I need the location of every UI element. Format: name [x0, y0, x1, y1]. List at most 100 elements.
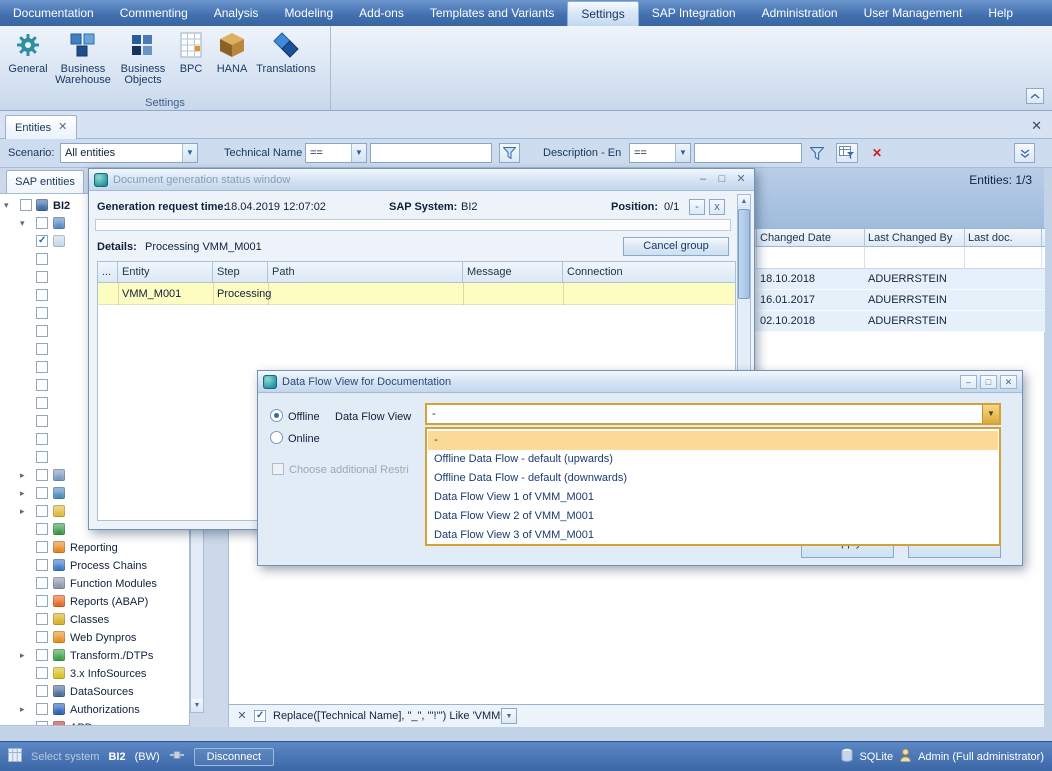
menu-item-documentation[interactable]: Documentation	[0, 0, 107, 26]
tree-checkbox[interactable]	[36, 721, 48, 726]
tree-checkbox[interactable]	[36, 523, 48, 535]
disconnect-button[interactable]: Disconnect	[194, 748, 274, 766]
tree-row-web-dynpros[interactable]: Web Dynpros	[0, 629, 189, 647]
dropdown-option[interactable]: Data Flow View 2 of VMM_M001	[428, 507, 998, 526]
tab-close-icon[interactable]: ✕	[58, 122, 67, 133]
tree-checkbox[interactable]	[36, 361, 48, 373]
dropdown-option[interactable]: Offline Data Flow - default (downwards)	[428, 469, 998, 488]
tree-checkbox[interactable]	[36, 667, 48, 679]
db-label[interactable]: SQLite	[859, 751, 893, 763]
close-icon[interactable]: ✕	[733, 174, 749, 185]
column-header-message[interactable]: Message	[463, 262, 563, 283]
user-label[interactable]: Admin (Full administrator)	[918, 751, 1044, 763]
chevron-down-icon[interactable]: ▼	[675, 144, 690, 162]
column-header-step[interactable]: Step	[213, 262, 268, 283]
tree-checkbox[interactable]	[36, 325, 48, 337]
tree-checkbox[interactable]	[20, 199, 32, 211]
column-header-dots[interactable]: ...	[98, 262, 118, 283]
tree-checkbox-checked[interactable]	[36, 235, 48, 247]
remove-filter-icon[interactable]: ✕	[235, 709, 249, 723]
tree-checkbox[interactable]	[36, 289, 48, 301]
expand-arrow-icon[interactable]: ▸	[20, 704, 25, 715]
dropdown-option[interactable]: Offline Data Flow - default (upwards)	[428, 450, 998, 469]
chevron-down-icon[interactable]: ▼	[182, 144, 197, 162]
tree-checkbox[interactable]	[36, 703, 48, 715]
collapse-arrow-icon[interactable]: ▾	[4, 200, 9, 211]
column-header-entity[interactable]: Entity	[118, 262, 213, 283]
scrollbar-thumb[interactable]	[738, 209, 750, 299]
tree-row-reports-abap[interactable]: Reports (ABAP)	[0, 593, 189, 611]
tree-checkbox[interactable]	[36, 577, 48, 589]
description-input[interactable]	[694, 143, 802, 163]
filter-apply-button[interactable]	[499, 143, 520, 163]
filter-expression-text[interactable]: Replace([Technical Name], "_", "'!'") Li…	[273, 710, 512, 722]
column-header-path[interactable]: Path	[268, 262, 463, 283]
dropdown-option[interactable]: Data Flow View 3 of VMM_M001	[428, 526, 998, 545]
tree-row-transformations[interactable]: ▸ Transform./DTPs	[0, 647, 189, 665]
chevron-down-icon[interactable]: ▼	[351, 144, 366, 162]
tree-checkbox[interactable]	[36, 217, 48, 229]
close-icon[interactable]: ✕	[1000, 375, 1017, 389]
offline-radio[interactable]	[270, 409, 283, 422]
column-header-last-doc[interactable]: Last doc.	[968, 232, 1013, 244]
tree-checkbox[interactable]	[36, 379, 48, 391]
tab-sap-entities[interactable]: SAP entities	[6, 170, 84, 194]
ribbon-item-hana[interactable]: HANA	[210, 29, 254, 77]
minimize-icon[interactable]: –	[695, 174, 711, 185]
tree-row-reporting[interactable]: Reporting	[0, 539, 189, 557]
additional-restrictions-checkbox[interactable]	[272, 463, 284, 475]
tree-checkbox[interactable]	[36, 307, 48, 319]
minimize-icon[interactable]: –	[960, 375, 977, 389]
filter-enabled-checkbox[interactable]	[254, 710, 266, 722]
tree-row-infosources[interactable]: 3.x InfoSources	[0, 665, 189, 683]
dialog-titlebar[interactable]: Document generation status window – □ ✕	[89, 169, 754, 191]
expand-arrow-icon[interactable]: ▸	[20, 506, 25, 517]
column-header-changed-date[interactable]: Changed Date	[760, 232, 831, 244]
cancel-group-button[interactable]: Cancel group	[623, 237, 729, 256]
dropdown-option[interactable]: Data Flow View 1 of VMM_M001	[428, 488, 998, 507]
tree-checkbox[interactable]	[36, 415, 48, 427]
ribbon-item-bpc[interactable]: BPC	[172, 29, 210, 77]
select-system-button[interactable]: Select system	[31, 751, 99, 763]
tabbar-close-icon[interactable]: ✕	[1031, 118, 1042, 134]
menu-item-sap-integration[interactable]: SAP Integration	[639, 0, 749, 26]
menu-item-templates-and-variants[interactable]: Templates and Variants	[417, 0, 568, 26]
tree-row-datasources[interactable]: DataSources	[0, 683, 189, 701]
expand-arrow-icon[interactable]: ▸	[20, 722, 25, 726]
menu-item-settings[interactable]: Settings	[567, 1, 638, 26]
menu-item-user-management[interactable]: User Management	[851, 0, 976, 26]
online-radio[interactable]	[270, 431, 283, 444]
tree-row-apds[interactable]: ▸ APDs	[0, 719, 189, 726]
tree-checkbox[interactable]	[36, 685, 48, 697]
scroll-up-icon[interactable]: ▲	[738, 195, 750, 208]
tree-checkbox[interactable]	[36, 451, 48, 463]
dialog-titlebar[interactable]: Data Flow View for Documentation – □ ✕	[258, 371, 1022, 393]
description-operator-combobox[interactable]: == ▼	[629, 143, 691, 163]
technical-name-input[interactable]	[370, 143, 492, 163]
tree-checkbox[interactable]	[36, 433, 48, 445]
ribbon-item-business-objects[interactable]: Business Objects	[114, 29, 172, 88]
menu-item-add-ons[interactable]: Add-ons	[346, 0, 417, 26]
maximize-icon[interactable]: □	[714, 174, 730, 185]
scroll-down-icon[interactable]: ▼	[191, 699, 203, 712]
tree-row-authorizations[interactable]: ▸ Authorizations	[0, 701, 189, 719]
filterbar-collapse-button[interactable]	[1014, 143, 1035, 163]
expand-arrow-icon[interactable]: ▸	[20, 650, 25, 661]
dropdown-option[interactable]: -	[428, 431, 998, 450]
column-header-connection[interactable]: Connection	[563, 262, 735, 283]
column-header-last-changed-by[interactable]: Last Changed By	[868, 232, 952, 244]
tree-checkbox[interactable]	[36, 595, 48, 607]
clear-filter-icon[interactable]: ✕	[868, 143, 886, 163]
menu-item-modeling[interactable]: Modeling	[271, 0, 346, 26]
technical-name-operator-combobox[interactable]: == ▼	[305, 143, 367, 163]
tree-checkbox[interactable]	[36, 649, 48, 661]
ribbon-item-translations[interactable]: Translations	[254, 29, 318, 77]
data-flow-view-combobox[interactable]: - ▼	[425, 403, 1001, 425]
tree-checkbox[interactable]	[36, 631, 48, 643]
tree-row-function-modules[interactable]: Function Modules	[0, 575, 189, 593]
chevron-down-icon[interactable]: ▼	[982, 405, 999, 423]
menu-item-commenting[interactable]: Commenting	[107, 0, 201, 26]
ribbon-item-business-warehouse[interactable]: Business Warehouse	[52, 29, 114, 88]
tree-checkbox[interactable]	[36, 487, 48, 499]
maximize-icon[interactable]: □	[980, 375, 997, 389]
